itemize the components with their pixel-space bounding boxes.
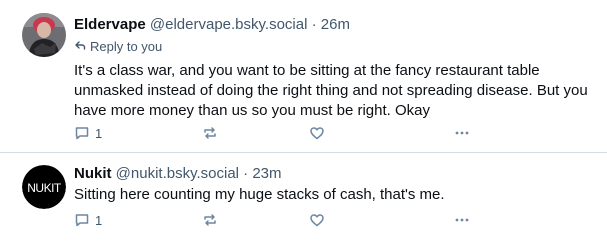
repost-button[interactable] [202, 210, 218, 230]
post-header: Eldervape @eldervape.bsky.social · 26m [74, 15, 350, 35]
comment-icon [75, 214, 89, 227]
author-name[interactable]: Eldervape [74, 16, 146, 33]
author-name[interactable]: Nukit [74, 165, 112, 182]
more-dots-icon [455, 131, 469, 135]
author-handle[interactable]: @nukit.bsky.social [116, 165, 239, 182]
heart-icon [310, 127, 324, 140]
like-button[interactable] [309, 123, 325, 143]
separator: · [243, 165, 249, 182]
post[interactable]: NUKIT Nukit @nukit.bsky.social · 23m Sit… [0, 152, 607, 250]
timestamp[interactable]: 23m [252, 165, 281, 182]
more-options-button[interactable] [454, 123, 470, 143]
reply-count: 1 [95, 212, 103, 228]
avatar-logo-text: NUKIT [27, 181, 62, 195]
separator: · [311, 16, 317, 33]
reply-to-indicator: Reply to you [74, 38, 162, 56]
author-handle[interactable]: @eldervape.bsky.social [150, 16, 308, 33]
reply-to-label: Reply to you [90, 39, 163, 54]
reply-button[interactable]: 1 [74, 123, 102, 143]
avatar[interactable] [22, 13, 66, 57]
post-text: It's a class war, and you want to be sit… [74, 62, 588, 119]
timestamp[interactable]: 26m [321, 16, 350, 33]
more-options-button[interactable] [454, 210, 470, 230]
post-actions: 1 [74, 210, 504, 230]
repost-button[interactable] [202, 123, 218, 143]
repost-icon [204, 214, 216, 226]
heart-icon [310, 214, 324, 227]
reply-arrow-icon [75, 41, 86, 50]
person-photo-avatar-icon [22, 13, 66, 57]
comment-icon [75, 127, 89, 140]
post-actions: 1 [74, 123, 504, 143]
reply-count: 1 [95, 125, 103, 141]
reply-button[interactable]: 1 [74, 210, 102, 230]
like-button[interactable] [309, 210, 325, 230]
post[interactable]: Eldervape @eldervape.bsky.social · 26m R… [0, 0, 607, 152]
avatar[interactable]: NUKIT [22, 165, 66, 209]
more-dots-icon [455, 218, 469, 222]
post-header: Nukit @nukit.bsky.social · 23m [74, 164, 282, 184]
repost-icon [204, 127, 216, 139]
nukit-logo-icon: NUKIT [22, 165, 66, 209]
feed: Eldervape @eldervape.bsky.social · 26m R… [0, 0, 607, 250]
post-text: Sitting here counting my huge stacks of … [74, 186, 445, 203]
